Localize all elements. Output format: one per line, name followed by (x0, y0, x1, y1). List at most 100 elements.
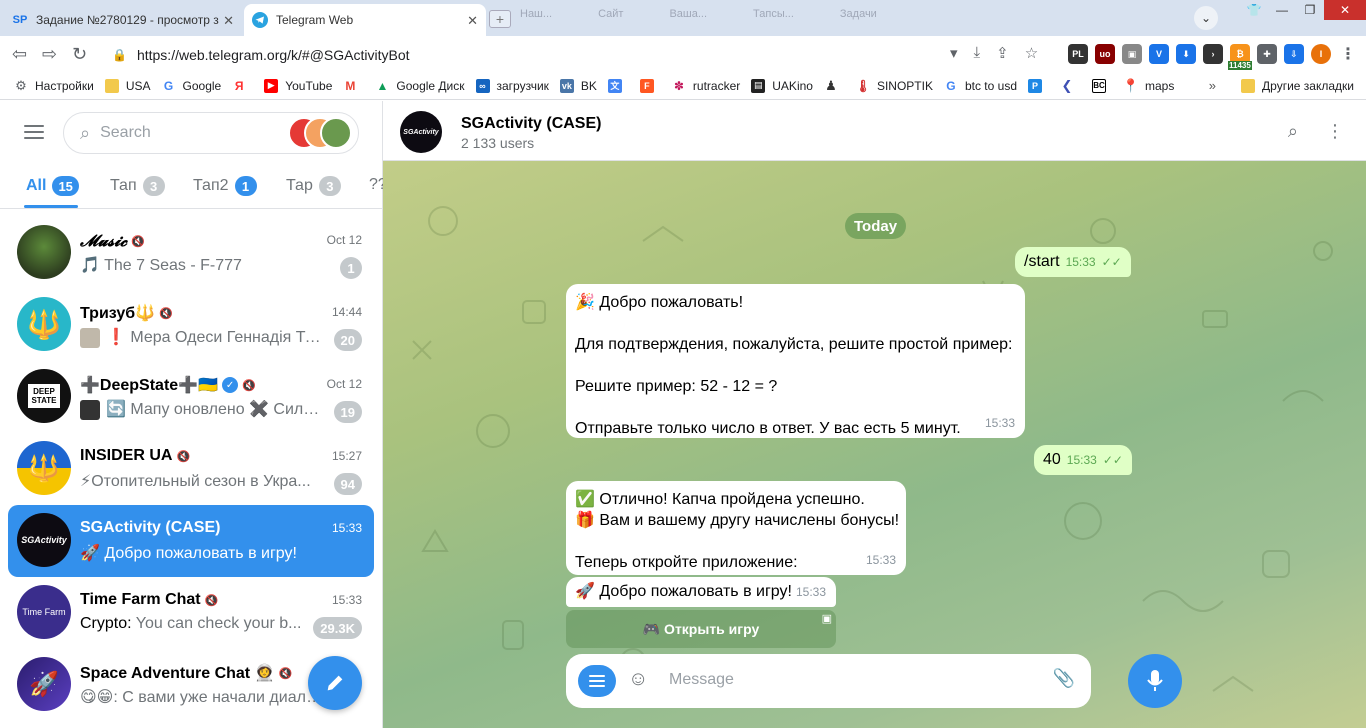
arrow-extension-icon[interactable]: › (1203, 44, 1223, 64)
tab-task[interactable]: SP Задание №2780129 - просмотр з ✕ (4, 4, 242, 36)
ublock-icon[interactable]: uo (1095, 44, 1115, 64)
bookmark-gmail[interactable]: M (343, 79, 364, 93)
briefcase-extension-icon[interactable]: ▣ (1122, 44, 1142, 64)
incoming-message[interactable]: 🚀 Добро пожаловать в игру! 15:33 (566, 577, 836, 607)
bookmark-star-icon[interactable]: ☆ (1025, 44, 1038, 62)
bookmark-youtube[interactable]: ▶ YouTube (264, 78, 332, 93)
emoji-icon[interactable]: ☺ (628, 668, 648, 691)
bookmark-downloader[interactable]: ∞ загрузчик (475, 78, 549, 93)
incoming-message[interactable]: ✅ Отлично! Капча пройдена успешно. 🎁 Вам… (566, 481, 906, 575)
open-game-button[interactable]: 🎮 Открыть игру ▣ (566, 610, 836, 648)
muted-icon: 🔇 (159, 307, 173, 320)
chat-header[interactable]: SGActivity SGActivity (CASE) 2 133 users… (383, 101, 1366, 161)
message-line: 🚀 Добро пожаловать в игру! (575, 583, 792, 600)
story-avatar[interactable] (320, 117, 352, 149)
message-line: Отправьте только число в ответ. У вас ес… (575, 420, 961, 437)
film-icon: ▤ (751, 78, 766, 93)
profile-avatar[interactable]: I (1311, 44, 1331, 64)
vpn-extension-icon[interactable]: PL (1068, 44, 1088, 64)
outgoing-message[interactable]: 40 15:33 ✓✓ (1034, 445, 1132, 475)
chat-name: Тризуб🔱 🔇 (80, 305, 173, 322)
share-icon[interactable]: ⇪ (996, 44, 1009, 62)
bookmark-drive[interactable]: ▲ Google Диск (375, 79, 464, 93)
back-icon[interactable]: ⇦ (12, 44, 27, 65)
close-tab-icon[interactable]: ✕ (467, 13, 478, 29)
bookmark-f[interactable]: F (639, 78, 661, 93)
bookmark-uakino[interactable]: ▤ UAKino (751, 78, 813, 93)
avatar: DEEP STATE (17, 369, 71, 423)
bookmark-settings[interactable]: ⚙ Настройки (14, 78, 94, 93)
stories-strip[interactable] (288, 117, 354, 149)
tab-tap[interactable]: Тап 3 (110, 176, 165, 196)
bookmark-chess[interactable]: ♟ (824, 78, 845, 93)
chat-avatar[interactable]: SGActivity (400, 111, 442, 153)
attach-icon[interactable]: 📎 (1053, 668, 1075, 689)
left-arrow-icon: ❮ (1061, 77, 1073, 93)
minimize-button[interactable]: — (1268, 0, 1296, 20)
chat-title[interactable]: SGActivity (CASE) (461, 115, 601, 133)
restore-button[interactable]: ❐ (1296, 0, 1324, 20)
puzzle-icon[interactable]: ✚ (1257, 44, 1277, 64)
forward-icon[interactable]: ⇨ (42, 44, 57, 65)
chat-item-tryzub[interactable]: 🔱 Тризуб🔱 🔇 14:44 ❗ Мера Одеси Геннадія Т… (8, 289, 374, 361)
chat-item-deepstate[interactable]: DEEP STATE ➕DeepState➕🇺🇦 ✓ 🔇 Oct 12 🔄 Мапу … (8, 361, 374, 433)
bookmark-translate[interactable]: 文 (607, 78, 629, 93)
bookmark-google[interactable]: G Google (162, 79, 221, 93)
more-vertical-icon[interactable]: ⋮ (1326, 121, 1344, 142)
search-placeholder: Search (100, 124, 151, 141)
message-line: Решите пример: 52 - 12 = ? (575, 378, 778, 395)
url-text[interactable]: https://web.telegram.org/k/#@SGActivityB… (137, 47, 410, 63)
v-extension-icon[interactable]: V (1149, 44, 1169, 64)
drive-icon: ▲ (376, 78, 389, 93)
bookmark-sinoptik[interactable]: 🌡 SINOPTIK (855, 79, 933, 93)
message-thumbnail (80, 327, 100, 348)
tab-all[interactable]: All 15 (26, 176, 79, 196)
bc-icon: BC (1092, 78, 1106, 93)
download-extension-icon[interactable]: ⬇ (1176, 44, 1196, 64)
bookmark-bc[interactable]: BC (1092, 78, 1113, 93)
compose-button[interactable] (308, 656, 362, 710)
bookmark-rutracker[interactable]: ✽ rutracker (672, 79, 740, 93)
bookmark-vk[interactable]: vk BK (559, 78, 597, 93)
voice-record-button[interactable] (1128, 654, 1182, 708)
bookmark-yandex[interactable]: Я (232, 79, 253, 93)
bot-menu-button[interactable] (578, 665, 616, 697)
more-bookmarks-icon[interactable]: » (1209, 78, 1216, 93)
close-tab-icon[interactable]: ✕ (223, 13, 234, 29)
chat-item-sgactivity[interactable]: SGActivity SGActivity (CASE) 15:33 🚀 Доб… (8, 505, 374, 577)
bookmark-p[interactable]: P (1028, 78, 1049, 93)
bitcoin-extension-icon[interactable]: ₿ 11435 (1228, 44, 1252, 70)
new-tab-button[interactable]: + (489, 10, 511, 28)
bookmark-usa[interactable]: USA (104, 78, 151, 93)
active-tab-indicator (24, 205, 78, 208)
other-bookmarks[interactable]: Другие закладки (1241, 79, 1354, 93)
downloads-icon[interactable]: ⇩ (1284, 44, 1304, 64)
bookmark-arrow[interactable]: ❮ (1060, 77, 1081, 93)
tab-search-icon[interactable]: ⌄ (1194, 6, 1218, 30)
close-window-button[interactable]: ✕ (1324, 0, 1366, 20)
chat-item-time-farm[interactable]: Time Farm Time Farm Chat 🔇 15:33 Crypto: … (8, 577, 374, 649)
address-bar[interactable]: 🔒 https://web.telegram.org/k/#@SGActivit… (100, 41, 980, 69)
menu-hamburger-icon[interactable] (24, 125, 44, 143)
tab-tar[interactable]: Тар 3 (286, 176, 341, 196)
reload-icon[interactable]: ↻ (72, 44, 87, 65)
search-icon: ⌕ (80, 122, 91, 143)
incoming-message[interactable]: 🎉 Добро пожаловать! Для подтверждения, п… (566, 284, 1025, 438)
message-input[interactable]: Message (669, 671, 734, 689)
chat-item-music[interactable]: 𝓜𝓾𝓼𝓲𝓬 🔇 Oct 12 🎵 The 7 Seas - F-777 1 (8, 217, 374, 289)
shirt-icon[interactable]: 👕 (1240, 0, 1268, 20)
dropdown-icon[interactable]: ▾ (950, 44, 958, 62)
message-line (575, 397, 1016, 418)
bookmark-btc[interactable]: Gbtc to usd (944, 79, 1017, 93)
chat-item-insider-ua[interactable]: 🔱 INSIDER UA 🔇 15:27 ⚡Отопительный сезон … (8, 433, 374, 505)
tab-tap2[interactable]: Тап2 1 (193, 176, 257, 196)
menu-kebab-icon[interactable]: ⋮ (1338, 44, 1358, 64)
avatar: Time Farm (17, 585, 71, 639)
search-icon[interactable]: ⌕ (1288, 121, 1298, 142)
download-page-icon[interactable]: ⤓ (974, 44, 981, 62)
search-input[interactable]: ⌕ Search (63, 112, 359, 154)
bookmark-maps[interactable]: 📍 maps (1123, 78, 1174, 93)
outgoing-message[interactable]: /start 15:33 ✓✓ (1015, 247, 1131, 277)
avatar (17, 225, 71, 279)
tab-telegram[interactable]: Telegram Web ✕ (244, 4, 486, 36)
